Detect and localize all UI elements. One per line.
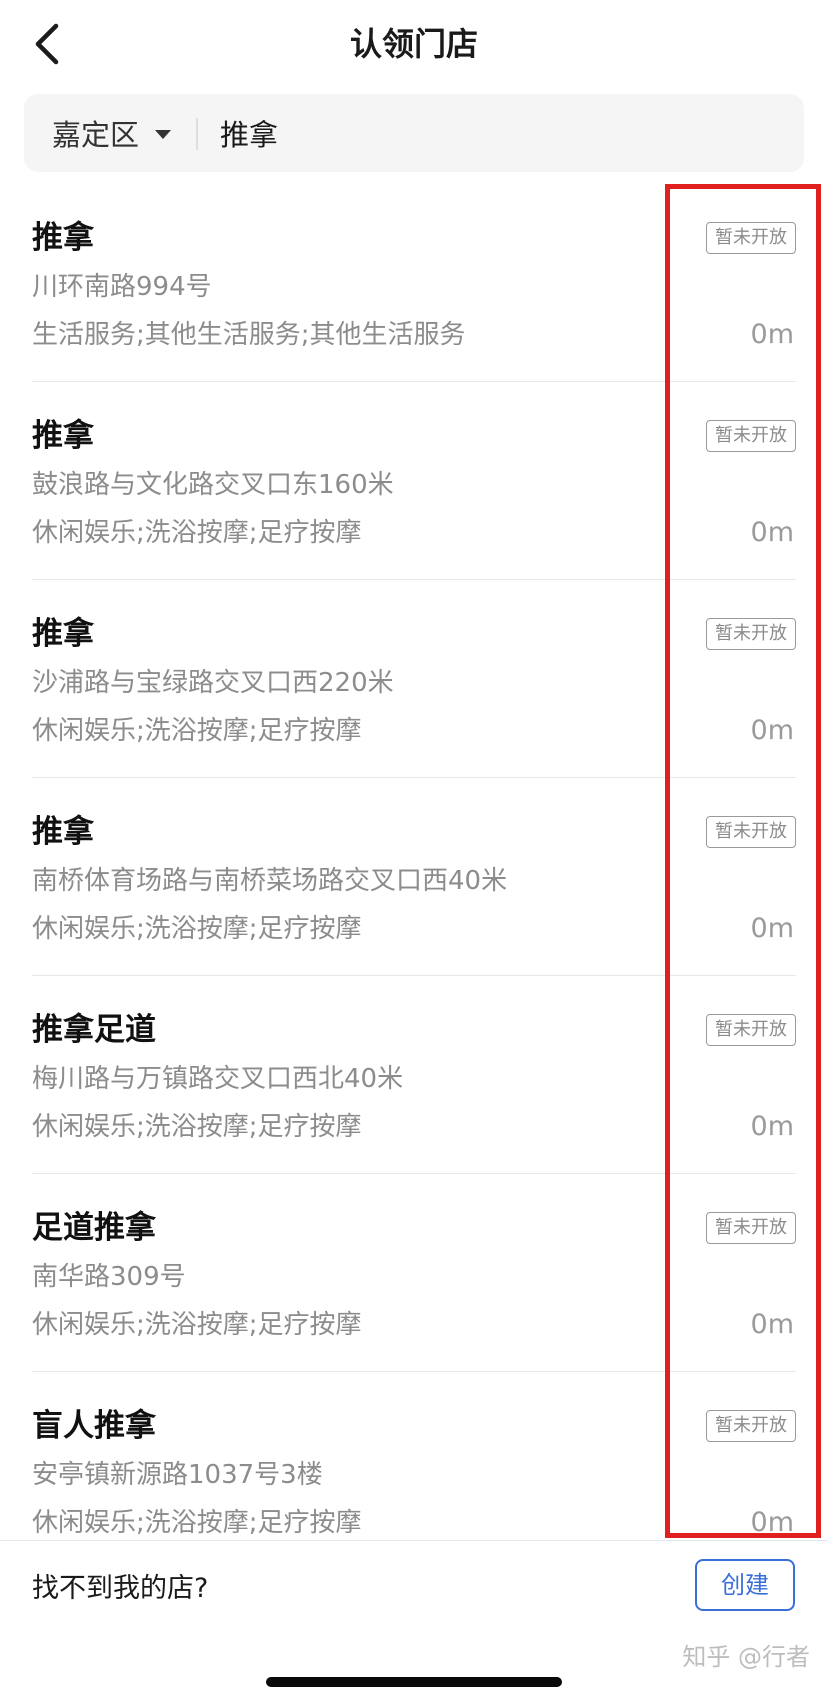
store-name: 推拿足道 [32,1012,156,1048]
store-address: 川环南路994号 [32,272,212,302]
home-indicator[interactable] [266,1677,562,1687]
nav-header: 认领门店 [0,0,828,92]
district-label: 嘉定区 [52,118,140,152]
store-name: 足道推拿 [32,1210,156,1246]
cannot-find-store-text: 找不到我的店? [32,1573,209,1604]
store-category: 休闲娱乐;洗浴按摩;足疗按摩 [32,1310,362,1340]
search-input[interactable]: 推拿 [220,94,780,172]
search-divider [196,118,198,150]
search-bar: 嘉定区 推拿 [24,94,804,172]
store-address: 梅川路与万镇路交叉口西北40米 [32,1064,404,1094]
footer-bar: 找不到我的店? 创建 知乎 @行者 [0,1540,828,1695]
store-category: 休闲娱乐;洗浴按摩;足疗按摩 [32,1112,362,1142]
store-name: 推拿 [32,616,94,652]
store-address: 安亭镇新源路1037号3楼 [32,1460,323,1490]
store-address: 鼓浪路与文化路交叉口东160米 [32,470,394,500]
store-address: 沙浦路与宝绿路交叉口西220米 [32,668,394,698]
caret-down-icon [155,129,172,139]
store-address: 南桥体育场路与南桥菜场路交叉口西40米 [32,866,508,896]
store-name: 盲人推拿 [32,1408,156,1444]
store-category: 休闲娱乐;洗浴按摩;足疗按摩 [32,1508,362,1538]
page-title: 认领门店 [349,25,478,63]
create-button[interactable]: 创建 [695,1559,795,1611]
watermark: 知乎 @行者 [682,1643,810,1671]
store-category: 休闲娱乐;洗浴按摩;足疗按摩 [32,914,362,944]
store-name: 推拿 [32,220,94,256]
store-name: 推拿 [32,814,94,850]
store-category: 生活服务;其他生活服务;其他生活服务 [32,320,466,350]
store-category: 休闲娱乐;洗浴按摩;足疗按摩 [32,518,362,548]
highlight-annotation [665,184,821,1538]
store-name: 推拿 [32,418,94,454]
store-category: 休闲娱乐;洗浴按摩;足疗按摩 [32,716,362,746]
district-selector[interactable]: 嘉定区 [52,94,172,172]
store-address: 南华路309号 [32,1262,186,1292]
